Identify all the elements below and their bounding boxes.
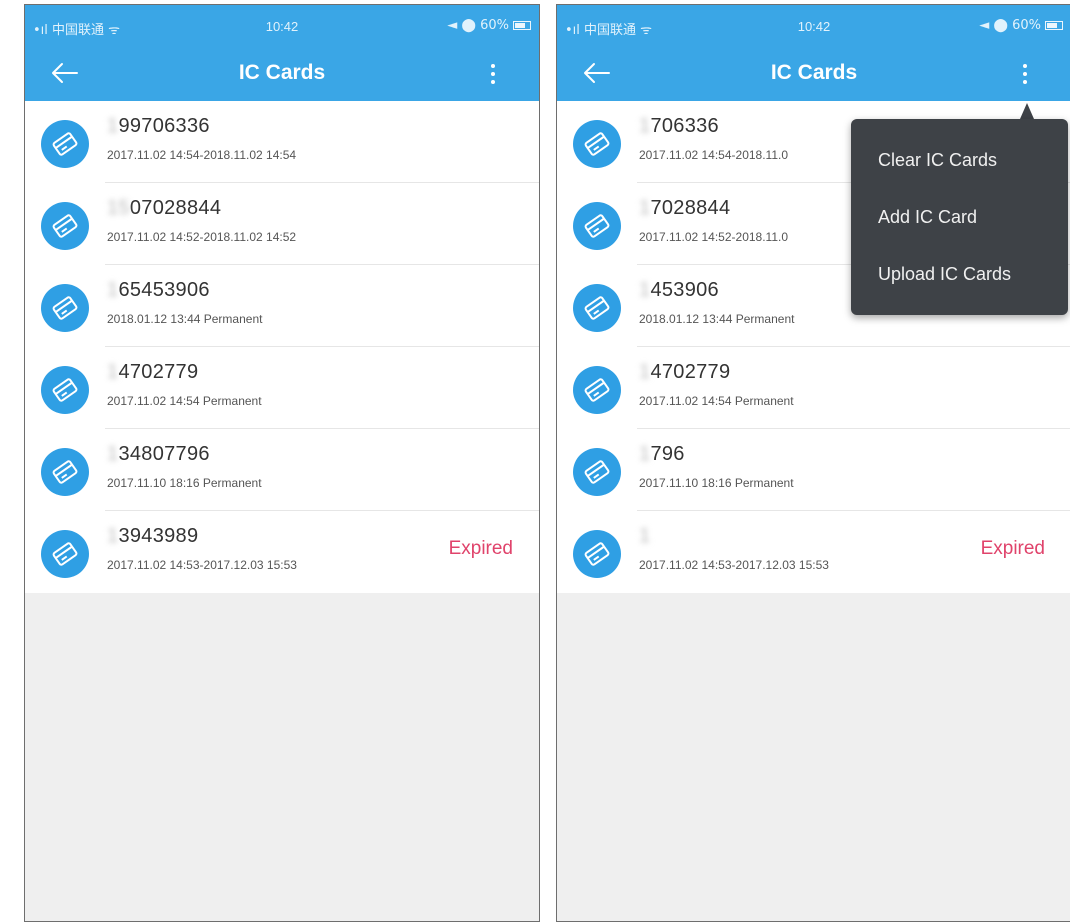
phone-screen-right: •ıl 中国联通 ᯤ 10:42 ◄ ⬤ 60% IC Cards 170633… xyxy=(556,4,1070,922)
ic-card-icon xyxy=(573,448,621,496)
card-number-masked: 1 xyxy=(639,279,651,301)
card-row[interactable]: 14702779 2017.11.02 14:54 Permanent xyxy=(557,347,1070,429)
card-number-masked: 1 xyxy=(107,279,119,301)
card-number: 199706336 xyxy=(107,115,210,138)
card-number-visible: 34807796 xyxy=(118,443,210,465)
card-number-masked: 1 xyxy=(639,443,651,465)
card-number-visible: 4702779 xyxy=(650,361,731,383)
card-row[interactable]: 134807796 2017.11.10 18:16 Permanent xyxy=(25,429,539,511)
card-number-masked: 15 xyxy=(107,197,130,219)
card-row[interactable]: 14702779 2017.11.02 14:54 Permanent xyxy=(25,347,539,429)
card-validity: 2017.11.10 18:16 Permanent xyxy=(107,476,262,490)
card-number-masked: 1 xyxy=(107,361,119,383)
card-number-masked: 1 xyxy=(107,115,119,137)
card-validity: 2017.11.02 14:52-2018.11.02 14:52 xyxy=(107,230,297,244)
card-validity: 2017.11.10 18:16 Permanent xyxy=(639,476,794,490)
ic-card-icon xyxy=(573,366,621,414)
card-number-visible: 99706336 xyxy=(118,115,210,137)
card-number-visible: 796 xyxy=(650,443,685,465)
ic-card-icon xyxy=(41,530,89,578)
back-button[interactable] xyxy=(579,57,615,89)
card-validity: 2017.11.02 14:53-2017.12.03 15:53 xyxy=(107,558,297,572)
card-row[interactable]: 199706336 2017.11.02 14:54-2018.11.02 14… xyxy=(25,101,539,183)
battery-icon xyxy=(1045,21,1063,30)
card-number-masked: 1 xyxy=(639,361,651,383)
card-validity: 2017.11.02 14:54-2018.11.02 14:54 xyxy=(107,148,297,162)
card-number: 1706336 xyxy=(639,115,719,138)
card-number-visible: 4702779 xyxy=(118,361,199,383)
card-number: 17028844 xyxy=(639,197,730,220)
card-validity: 2018.01.12 13:44 Permanent xyxy=(639,312,795,326)
more-menu-button[interactable] xyxy=(1015,59,1035,89)
menu-item-clear-ic-cards[interactable]: Clear IC Cards xyxy=(851,135,1068,185)
card-number-visible: 07028844 xyxy=(129,197,222,219)
ic-card-icon xyxy=(573,530,621,578)
card-number-visible: 7028844 xyxy=(650,197,731,219)
arrow-left-icon xyxy=(584,63,610,83)
expired-badge: Expired xyxy=(980,538,1045,559)
menu-pointer xyxy=(1020,103,1034,119)
card-row[interactable]: 165453906 2018.01.12 13:44 Permanent xyxy=(25,265,539,347)
battery-indicator: ◄ ⬤ 60% xyxy=(979,18,1063,33)
arrow-left-icon xyxy=(52,63,78,83)
overflow-menu: Clear IC Cards Add IC Card Upload IC Car… xyxy=(851,119,1068,315)
battery-text: ◄ ⬤ 60% xyxy=(979,18,1041,33)
card-validity: 2017.11.02 14:53-2017.12.03 15:53 xyxy=(639,558,829,572)
ic-card-icon xyxy=(41,202,89,250)
card-number-masked: 1 xyxy=(639,115,651,137)
card-row[interactable]: 13943989 2017.11.02 14:53-2017.12.03 15:… xyxy=(25,511,539,593)
card-validity: 2017.11.02 14:54-2018.11.0 xyxy=(639,148,789,162)
card-validity: 2017.11.02 14:54 Permanent xyxy=(639,394,794,408)
nav-bar: IC Cards xyxy=(557,45,1070,101)
card-validity: 2018.01.12 13:44 Permanent xyxy=(107,312,263,326)
battery-text: ◄ ⬤ 60% xyxy=(447,18,509,33)
status-bar: •ıl 中国联通 ᯤ 10:42 ◄ ⬤ 60% xyxy=(25,5,539,45)
card-number: 134807796 xyxy=(107,443,210,466)
expired-badge: Expired xyxy=(448,538,513,559)
card-number: 1453906 xyxy=(639,279,719,302)
card-number-masked: 1 xyxy=(639,525,651,547)
card-row[interactable]: 1 2017.11.02 14:53-2017.12.03 15:53 Expi… xyxy=(557,511,1070,593)
card-number-visible: 3943989 xyxy=(118,525,199,547)
card-number: 1796 xyxy=(639,443,685,466)
menu-item-upload-ic-cards[interactable]: Upload IC Cards xyxy=(851,249,1068,299)
nav-bar: IC Cards xyxy=(25,45,539,101)
ic-card-icon xyxy=(573,284,621,332)
battery-icon xyxy=(513,21,531,30)
ic-card-icon xyxy=(41,284,89,332)
ic-card-icon xyxy=(41,366,89,414)
card-number: 165453906 xyxy=(107,279,210,302)
card-number: 1507028844 xyxy=(107,197,221,220)
ic-card-icon xyxy=(41,448,89,496)
card-number-masked: 1 xyxy=(107,443,119,465)
ic-card-icon xyxy=(41,120,89,168)
battery-indicator: ◄ ⬤ 60% xyxy=(447,18,531,33)
card-number-visible: 65453906 xyxy=(118,279,210,301)
card-number: 14702779 xyxy=(107,361,198,384)
card-number-visible: 706336 xyxy=(650,115,719,137)
ic-card-icon xyxy=(573,120,621,168)
more-menu-button[interactable] xyxy=(483,59,503,89)
card-row[interactable]: 1796 2017.11.10 18:16 Permanent xyxy=(557,429,1070,511)
phone-screen-left: •ıl 中国联通 ᯤ 10:42 ◄ ⬤ 60% IC Cards 199706… xyxy=(24,4,540,922)
menu-item-add-ic-card[interactable]: Add IC Card xyxy=(851,192,1068,242)
card-number: 1 xyxy=(639,525,650,548)
status-bar: •ıl 中国联通 ᯤ 10:42 ◄ ⬤ 60% xyxy=(557,5,1070,45)
card-number-visible: 453906 xyxy=(650,279,719,301)
card-row[interactable]: 1507028844 2017.11.02 14:52-2018.11.02 1… xyxy=(25,183,539,265)
card-number-masked: 1 xyxy=(639,197,651,219)
card-list: 199706336 2017.11.02 14:54-2018.11.02 14… xyxy=(25,101,539,593)
card-validity: 2017.11.02 14:54 Permanent xyxy=(107,394,262,408)
card-number-masked: 1 xyxy=(107,525,119,547)
card-number: 13943989 xyxy=(107,525,198,548)
back-button[interactable] xyxy=(47,57,83,89)
card-number: 14702779 xyxy=(639,361,730,384)
card-validity: 2017.11.02 14:52-2018.11.0 xyxy=(639,230,789,244)
page-title: IC Cards xyxy=(238,61,326,84)
page-title: IC Cards xyxy=(770,61,858,84)
ic-card-icon xyxy=(573,202,621,250)
